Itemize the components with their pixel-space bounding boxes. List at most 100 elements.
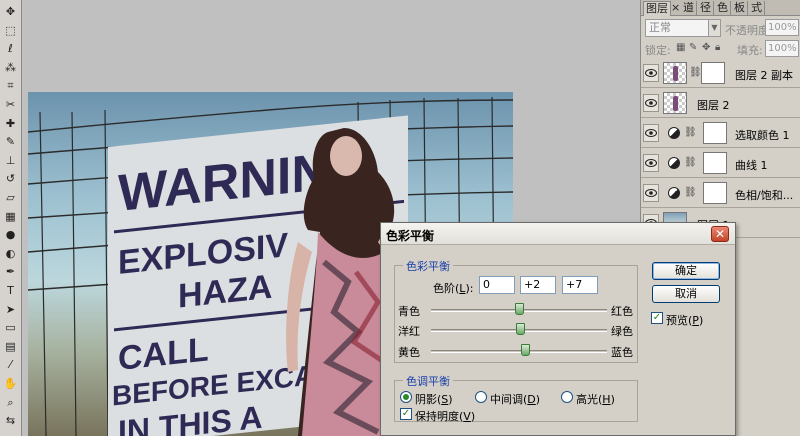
visibility-eye-icon[interactable] — [643, 94, 659, 112]
preview-label[interactable]: 预览(P) — [666, 312, 703, 328]
level-field-cyan-red[interactable]: 0 — [479, 276, 515, 294]
highlights-label[interactable]: 高光(H) — [576, 391, 615, 407]
notes-tool-icon[interactable]: ▤ — [2, 338, 19, 355]
visibility-eye-icon[interactable] — [643, 154, 659, 172]
layer-thumbnail[interactable] — [663, 92, 687, 114]
mask-thumbnail[interactable] — [703, 122, 727, 144]
dialog-title-bar[interactable]: 色彩平衡 ✕ — [381, 223, 735, 245]
layer-row[interactable]: 图层 2 — [641, 89, 800, 118]
clone-stamp-tool-icon[interactable]: ⊥ — [2, 152, 19, 169]
lock-paint-icon[interactable]: ✎ — [689, 43, 699, 53]
adjustment-layer-icon — [668, 187, 680, 199]
eraser-tool-icon[interactable]: ▱ — [2, 189, 19, 206]
panel-tabs: 图层 × 道 径 色 板 式 — [641, 0, 800, 16]
highlights-radio[interactable] — [561, 391, 573, 403]
tab-channels[interactable]: 道 — [681, 1, 697, 16]
layer-row[interactable]: ⛓ 曲线 1 — [641, 149, 800, 178]
layer-name: 图层 2 — [697, 99, 730, 112]
group-title: 色调平衡 — [403, 373, 453, 389]
brush-tool-icon[interactable]: ✎ — [2, 133, 19, 150]
blend-mode-value: 正常 — [649, 21, 671, 34]
slice-tool-icon[interactable]: ✂ — [2, 96, 19, 113]
blur-tool-icon[interactable]: ● — [2, 226, 19, 243]
move-tool-icon[interactable]: ✥ — [2, 3, 19, 20]
path-selection-tool-icon[interactable]: ➤ — [2, 301, 19, 318]
layer-row[interactable]: ⛓ 选取颜色 1 — [641, 119, 800, 148]
tab-swatches[interactable]: 板 — [732, 1, 748, 16]
figure-mark — [673, 66, 678, 81]
link-icon[interactable]: ⛓ — [689, 67, 702, 78]
close-button[interactable]: ✕ — [711, 226, 729, 242]
preserve-luminosity-label[interactable]: 保持明度(V) — [415, 408, 475, 424]
layer-name: 色相/饱和... — [735, 189, 794, 202]
hand-tool-icon[interactable]: ✋ — [2, 375, 19, 392]
layer-row[interactable]: ⛓ 色相/饱和... — [641, 179, 800, 208]
lock-position-icon[interactable]: ✥ — [702, 43, 712, 53]
lasso-tool-icon[interactable]: ℓ — [2, 40, 19, 57]
slider-left-label: 黄色 — [398, 346, 420, 359]
group-title: 色彩平衡 — [403, 258, 453, 274]
blend-mode-select[interactable]: 正常 ▼ — [645, 19, 721, 37]
tab-layers[interactable]: 图层 — [643, 1, 671, 16]
crop-tool-icon[interactable]: ⌗ — [2, 77, 19, 94]
lock-label: 锁定: — [645, 44, 671, 57]
layer-row[interactable]: ⛓ 图层 2 副本 — [641, 59, 800, 88]
healing-brush-tool-icon[interactable]: ✚ — [2, 115, 19, 132]
visibility-eye-icon[interactable] — [643, 184, 659, 202]
midtones-label[interactable]: 中间调(D) — [490, 391, 540, 407]
history-brush-tool-icon[interactable]: ↺ — [2, 170, 19, 187]
lock-transparent-icon[interactable]: ▦ — [676, 43, 686, 53]
link-icon[interactable]: ⛓ — [684, 157, 697, 168]
ok-button[interactable]: 确定 — [652, 262, 720, 280]
shadows-label[interactable]: 阴影(S) — [415, 391, 453, 407]
tab-paths[interactable]: 径 — [698, 1, 714, 16]
figure-mark — [673, 96, 678, 111]
cancel-button[interactable]: 取消 — [652, 285, 720, 303]
color-balance-dialog: 色彩平衡 ✕ 色彩平衡 色阶(L): 0 +2 +7 青色 红色 洋红 绿色 黄… — [380, 222, 736, 436]
slider-thumb[interactable] — [520, 344, 530, 356]
preserve-luminosity-checkbox[interactable]: ✓ — [400, 408, 412, 420]
magic-wand-tool-icon[interactable]: ⁂ — [2, 59, 19, 76]
adjustment-layer-icon — [668, 127, 680, 139]
tab-styles[interactable]: 式 — [749, 1, 765, 16]
link-icon[interactable]: ⛓ — [684, 187, 697, 198]
opacity-field[interactable]: 100% — [765, 19, 799, 36]
slider-track[interactable] — [431, 350, 607, 353]
gradient-tool-icon[interactable]: ▦ — [2, 208, 19, 225]
shape-tool-icon[interactable]: ▭ — [2, 319, 19, 336]
level-field-magenta-green[interactable]: +2 — [520, 276, 556, 294]
color-swap-tool-icon[interactable]: ⇆ — [2, 412, 19, 429]
tools-panel: ✥ ⬚ ℓ ⁂ ⌗ ✂ ✚ ✎ ⊥ ↺ ▱ ▦ ● ◐ ✒ T ➤ ▭ ▤ ⁄ ✋ ⌕ ⇆ — [0, 0, 22, 436]
fill-label: 填充: — [737, 44, 763, 57]
link-icon[interactable]: ⛓ — [684, 127, 697, 138]
type-tool-icon[interactable]: T — [2, 282, 19, 299]
slider-right-label: 绿色 — [611, 325, 633, 338]
preview-checkbox[interactable]: ✓ — [651, 312, 663, 324]
slider-left-label: 洋红 — [398, 325, 420, 338]
mask-thumbnail[interactable] — [703, 152, 727, 174]
marquee-tool-icon[interactable]: ⬚ — [2, 22, 19, 39]
pen-tool-icon[interactable]: ✒ — [2, 263, 19, 280]
zoom-tool-icon[interactable]: ⌕ — [2, 394, 19, 411]
visibility-eye-icon[interactable] — [643, 64, 659, 82]
mask-thumbnail[interactable] — [703, 182, 727, 204]
shadows-radio[interactable] — [400, 391, 412, 403]
levels-label: 色阶(L): — [433, 282, 474, 295]
level-field-yellow-blue[interactable]: +7 — [562, 276, 598, 294]
mask-thumbnail[interactable] — [701, 62, 725, 84]
layer-name: 曲线 1 — [735, 159, 768, 172]
tab-close-icon[interactable]: × — [670, 1, 681, 16]
slider-right-label: 蓝色 — [611, 346, 633, 359]
midtones-radio[interactable] — [475, 391, 487, 403]
tab-color[interactable]: 色 — [715, 1, 731, 16]
slider-thumb[interactable] — [514, 303, 524, 315]
eyedropper-tool-icon[interactable]: ⁄ — [2, 356, 19, 373]
fill-field[interactable]: 100% — [765, 40, 799, 57]
dodge-tool-icon[interactable]: ◐ — [2, 245, 19, 262]
layer-name: 选取颜色 1 — [735, 129, 790, 142]
slider-thumb[interactable] — [516, 323, 526, 335]
slider-right-label: 红色 — [611, 305, 633, 318]
lock-all-icon[interactable]: 🔒︎ — [715, 43, 725, 53]
visibility-eye-icon[interactable] — [643, 124, 659, 142]
layer-thumbnail[interactable] — [663, 62, 687, 84]
